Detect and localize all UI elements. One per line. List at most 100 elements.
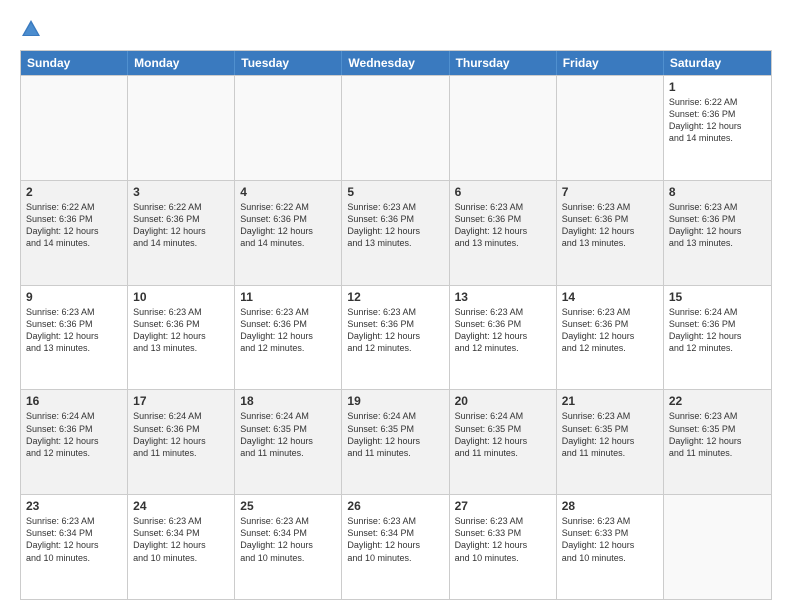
day-info: Sunrise: 6:23 AM Sunset: 6:36 PM Dayligh… (347, 306, 443, 355)
page: SundayMondayTuesdayWednesdayThursdayFrid… (0, 0, 792, 612)
day-info: Sunrise: 6:23 AM Sunset: 6:36 PM Dayligh… (133, 306, 229, 355)
day-info: Sunrise: 6:23 AM Sunset: 6:36 PM Dayligh… (562, 306, 658, 355)
day-info: Sunrise: 6:23 AM Sunset: 6:36 PM Dayligh… (347, 201, 443, 250)
cal-day-12: 12 Sunrise: 6:23 AM Sunset: 6:36 PM Dayli… (342, 286, 449, 390)
header-day-thursday: Thursday (450, 51, 557, 75)
header-day-friday: Friday (557, 51, 664, 75)
cal-day-13: 13 Sunrise: 6:23 AM Sunset: 6:36 PM Dayli… (450, 286, 557, 390)
cal-day-15: 15 Sunrise: 6:24 AM Sunset: 6:36 PM Dayli… (664, 286, 771, 390)
cal-day-28: 28 Sunrise: 6:23 AM Sunset: 6:33 PM Dayli… (557, 495, 664, 599)
day-info: Sunrise: 6:24 AM Sunset: 6:36 PM Dayligh… (669, 306, 766, 355)
cal-day-2: 2 Sunrise: 6:22 AM Sunset: 6:36 PM Daylig… (21, 181, 128, 285)
day-number: 9 (26, 290, 122, 304)
day-number: 28 (562, 499, 658, 513)
cal-day-3: 3 Sunrise: 6:22 AM Sunset: 6:36 PM Daylig… (128, 181, 235, 285)
cal-day-empty (21, 76, 128, 180)
cal-day-1: 1Sunrise: 6:22 AM Sunset: 6:36 PM Daylig… (664, 76, 771, 180)
calendar-header: SundayMondayTuesdayWednesdayThursdayFrid… (21, 51, 771, 75)
cal-day-4: 4 Sunrise: 6:22 AM Sunset: 6:36 PM Daylig… (235, 181, 342, 285)
cal-week-3: 9 Sunrise: 6:23 AM Sunset: 6:36 PM Daylig… (21, 285, 771, 390)
day-info: Sunrise: 6:23 AM Sunset: 6:33 PM Dayligh… (455, 515, 551, 564)
day-info: Sunrise: 6:22 AM Sunset: 6:36 PM Dayligh… (240, 201, 336, 250)
day-info: Sunrise: 6:23 AM Sunset: 6:34 PM Dayligh… (240, 515, 336, 564)
cal-day-empty (664, 495, 771, 599)
day-info: Sunrise: 6:23 AM Sunset: 6:34 PM Dayligh… (26, 515, 122, 564)
day-number: 19 (347, 394, 443, 408)
cal-day-8: 8 Sunrise: 6:23 AM Sunset: 6:36 PM Daylig… (664, 181, 771, 285)
day-number: 10 (133, 290, 229, 304)
cal-day-26: 26 Sunrise: 6:23 AM Sunset: 6:34 PM Dayli… (342, 495, 449, 599)
day-number: 24 (133, 499, 229, 513)
logo (20, 18, 46, 40)
header-day-wednesday: Wednesday (342, 51, 449, 75)
day-info: Sunrise: 6:24 AM Sunset: 6:36 PM Dayligh… (133, 410, 229, 459)
day-info: Sunrise: 6:23 AM Sunset: 6:36 PM Dayligh… (562, 201, 658, 250)
day-number: 2 (26, 185, 122, 199)
day-number: 26 (347, 499, 443, 513)
day-number: 16 (26, 394, 122, 408)
cal-day-23: 23 Sunrise: 6:23 AM Sunset: 6:34 PM Dayli… (21, 495, 128, 599)
cal-day-9: 9 Sunrise: 6:23 AM Sunset: 6:36 PM Daylig… (21, 286, 128, 390)
day-info: Sunrise: 6:23 AM Sunset: 6:35 PM Dayligh… (562, 410, 658, 459)
day-number: 4 (240, 185, 336, 199)
day-number: 12 (347, 290, 443, 304)
cal-week-1: 1Sunrise: 6:22 AM Sunset: 6:36 PM Daylig… (21, 75, 771, 180)
day-info: Sunrise: 6:23 AM Sunset: 6:33 PM Dayligh… (562, 515, 658, 564)
day-number: 3 (133, 185, 229, 199)
day-info: Sunrise: 6:24 AM Sunset: 6:35 PM Dayligh… (347, 410, 443, 459)
day-info: Sunrise: 6:23 AM Sunset: 6:36 PM Dayligh… (26, 306, 122, 355)
cal-day-empty (235, 76, 342, 180)
cal-day-empty (557, 76, 664, 180)
day-info: Sunrise: 6:24 AM Sunset: 6:36 PM Dayligh… (26, 410, 122, 459)
calendar: SundayMondayTuesdayWednesdayThursdayFrid… (20, 50, 772, 600)
cal-day-empty (128, 76, 235, 180)
day-info: Sunrise: 6:22 AM Sunset: 6:36 PM Dayligh… (26, 201, 122, 250)
cal-week-5: 23 Sunrise: 6:23 AM Sunset: 6:34 PM Dayli… (21, 494, 771, 599)
day-number: 13 (455, 290, 551, 304)
cal-day-6: 6Sunrise: 6:23 AM Sunset: 6:36 PM Daylig… (450, 181, 557, 285)
cal-day-25: 25 Sunrise: 6:23 AM Sunset: 6:34 PM Dayli… (235, 495, 342, 599)
cal-week-4: 16 Sunrise: 6:24 AM Sunset: 6:36 PM Dayli… (21, 389, 771, 494)
day-number: 22 (669, 394, 766, 408)
cal-day-empty (450, 76, 557, 180)
cal-week-2: 2 Sunrise: 6:22 AM Sunset: 6:36 PM Daylig… (21, 180, 771, 285)
day-number: 17 (133, 394, 229, 408)
day-number: 1 (669, 80, 766, 94)
day-info: Sunrise: 6:23 AM Sunset: 6:34 PM Dayligh… (347, 515, 443, 564)
header-day-sunday: Sunday (21, 51, 128, 75)
logo-icon (20, 18, 42, 40)
header-day-saturday: Saturday (664, 51, 771, 75)
cal-day-20: 20 Sunrise: 6:24 AM Sunset: 6:35 PM Dayli… (450, 390, 557, 494)
day-number: 8 (669, 185, 766, 199)
cal-day-11: 11 Sunrise: 6:23 AM Sunset: 6:36 PM Dayli… (235, 286, 342, 390)
day-number: 18 (240, 394, 336, 408)
day-number: 21 (562, 394, 658, 408)
cal-day-14: 14 Sunrise: 6:23 AM Sunset: 6:36 PM Dayli… (557, 286, 664, 390)
cal-day-24: 24Sunrise: 6:23 AM Sunset: 6:34 PM Dayli… (128, 495, 235, 599)
day-number: 15 (669, 290, 766, 304)
cal-day-18: 18 Sunrise: 6:24 AM Sunset: 6:35 PM Dayli… (235, 390, 342, 494)
cal-day-27: 27 Sunrise: 6:23 AM Sunset: 6:33 PM Dayli… (450, 495, 557, 599)
cal-day-10: 10 Sunrise: 6:23 AM Sunset: 6:36 PM Dayli… (128, 286, 235, 390)
day-info: Sunrise: 6:23 AM Sunset: 6:35 PM Dayligh… (669, 410, 766, 459)
day-number: 23 (26, 499, 122, 513)
cal-day-16: 16 Sunrise: 6:24 AM Sunset: 6:36 PM Dayli… (21, 390, 128, 494)
cal-day-5: 5Sunrise: 6:23 AM Sunset: 6:36 PM Daylig… (342, 181, 449, 285)
day-info: Sunrise: 6:23 AM Sunset: 6:36 PM Dayligh… (455, 306, 551, 355)
day-number: 7 (562, 185, 658, 199)
day-number: 20 (455, 394, 551, 408)
day-info: Sunrise: 6:24 AM Sunset: 6:35 PM Dayligh… (455, 410, 551, 459)
day-info: Sunrise: 6:23 AM Sunset: 6:36 PM Dayligh… (240, 306, 336, 355)
day-info: Sunrise: 6:24 AM Sunset: 6:35 PM Dayligh… (240, 410, 336, 459)
day-number: 11 (240, 290, 336, 304)
day-number: 25 (240, 499, 336, 513)
cal-day-22: 22 Sunrise: 6:23 AM Sunset: 6:35 PM Dayli… (664, 390, 771, 494)
day-info: Sunrise: 6:23 AM Sunset: 6:36 PM Dayligh… (669, 201, 766, 250)
header-day-monday: Monday (128, 51, 235, 75)
day-number: 6 (455, 185, 551, 199)
calendar-body: 1 Sunrise: 6:22 AM Sunset: 6:36 PM Daylig… (21, 75, 771, 599)
day-number: 14 (562, 290, 658, 304)
day-info: Sunrise: 6:22 AM Sunset: 6:36 PM Dayligh… (133, 201, 229, 250)
cal-day-21: 21 Sunrise: 6:23 AM Sunset: 6:35 PM Dayli… (557, 390, 664, 494)
day-number: 27 (455, 499, 551, 513)
